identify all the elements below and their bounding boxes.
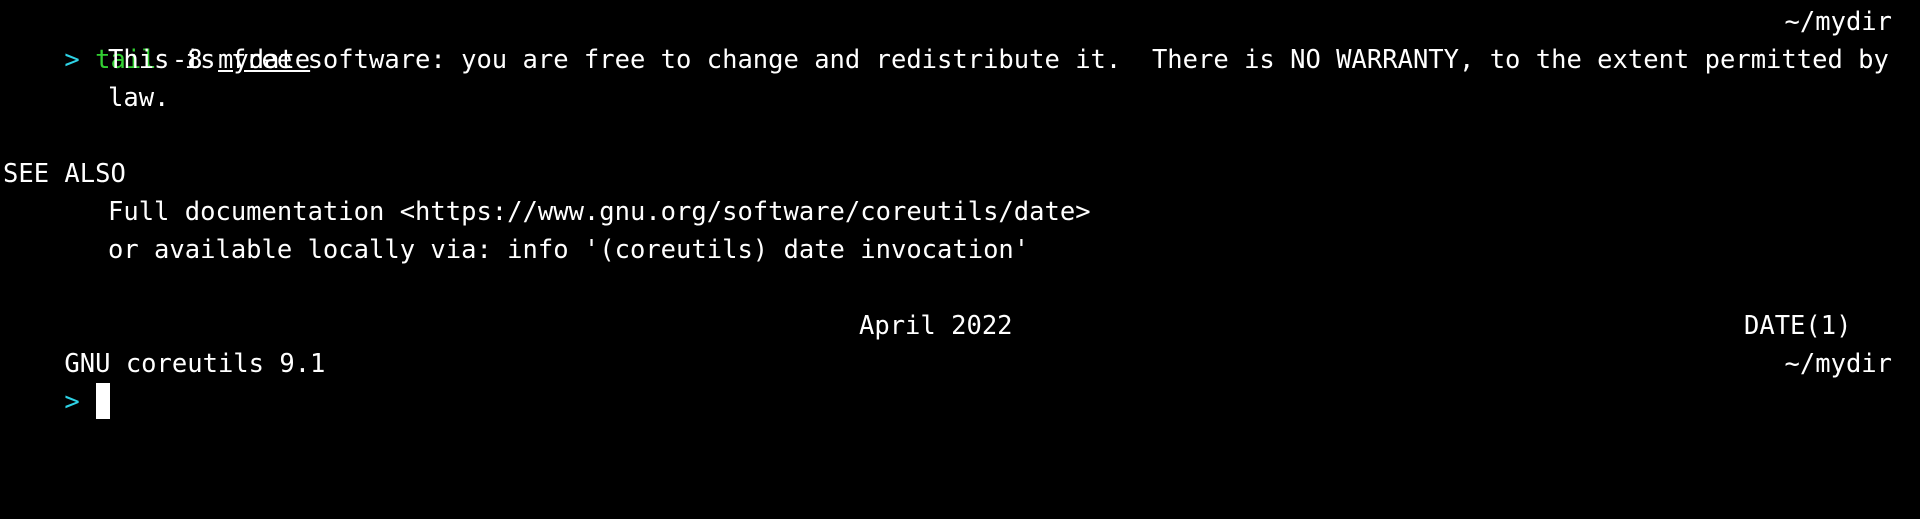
cwd-label: ~/mydir	[1784, 7, 1892, 37]
see-also-heading: SEE ALSO	[3, 159, 126, 189]
prompt-symbol: >	[64, 387, 80, 417]
doc-link-line: Full documentation <https://www.gnu.org/…	[108, 197, 1091, 227]
current-prompt-line[interactable]: > ~/mydir	[3, 345, 1920, 419]
info-line: or available locally via: info '(coreuti…	[108, 235, 1030, 265]
copyright-line-1: This is free software: you are free to c…	[108, 45, 1889, 75]
copyright-line-2: law.	[108, 83, 170, 113]
cwd-label: ~/mydir	[1784, 349, 1892, 379]
man-footer: GNU coreutils 9.1 April 2022 DATE(1)	[3, 307, 1920, 379]
text-cursor[interactable]	[95, 383, 110, 419]
terminal-window[interactable]: > tail -8 mydate ~/mydir This is free so…	[0, 0, 1920, 519]
footer-date: April 2022	[859, 311, 1013, 341]
prompt-symbol: >	[64, 45, 80, 75]
command-line: > tail -8 mydate ~/mydir	[3, 3, 1920, 75]
footer-page: DATE(1)	[1744, 311, 1852, 341]
